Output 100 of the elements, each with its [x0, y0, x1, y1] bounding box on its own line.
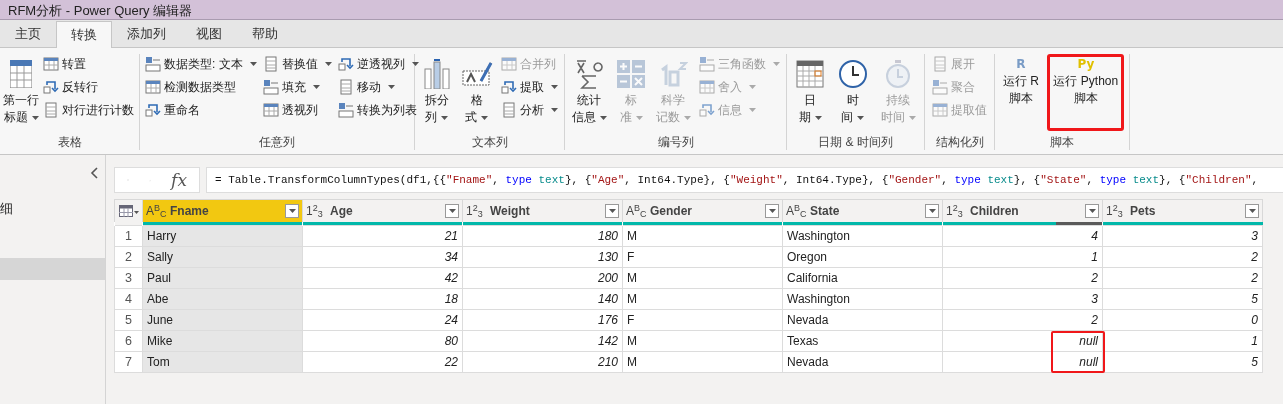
filter-button[interactable]	[605, 204, 619, 218]
ribbon-tab[interactable]: 视图	[181, 21, 237, 47]
filter-button[interactable]	[925, 204, 939, 218]
list-icon	[337, 102, 354, 118]
caret-icon	[448, 209, 456, 213]
table-cell: California	[782, 267, 943, 289]
collapse-icon[interactable]	[90, 167, 98, 179]
ribbon-button[interactable]: Py 运行 Python 脚本	[1047, 54, 1125, 131]
table-cell: 2	[942, 267, 1103, 289]
column-header[interactable]: 1$^{2}$$_{3}$ Age	[302, 199, 463, 222]
ribbon-button[interactable]: 日 期	[792, 54, 829, 128]
table-cell: 1	[942, 246, 1103, 268]
ribbon-button[interactable]: 重命名	[143, 100, 259, 120]
ribbon-button[interactable]: 转换为列表	[335, 100, 421, 120]
table-cell: M	[622, 351, 783, 373]
ribbon-button[interactable]: 移动	[335, 77, 421, 97]
column-icon	[43, 102, 59, 118]
table-cell: 5	[1102, 351, 1263, 373]
table-cell: 80	[302, 330, 463, 352]
column-header[interactable]: A$^{B}$$_{C}$ State	[782, 199, 943, 222]
caret-icon	[288, 209, 296, 213]
table-cell: 42	[302, 267, 463, 289]
ribbon-button[interactable]: 对行进行计数	[41, 100, 136, 120]
ribbon-button[interactable]: 统计 信息	[568, 54, 610, 128]
ribbon-button[interactable]: 填充	[260, 77, 334, 97]
column-header[interactable]: 1$^{2}$$_{3}$ Children	[942, 199, 1103, 222]
group-label: 任意列	[258, 134, 296, 150]
window-title: RFM分析 - Power Query 编辑器	[7, 2, 193, 20]
filter-button[interactable]	[445, 204, 459, 218]
table-menu-icon[interactable]	[119, 205, 139, 217]
group-label: 脚本	[1049, 134, 1075, 150]
ribbon-tab[interactable]: 转换	[56, 21, 112, 48]
table-cell: 18	[302, 288, 463, 310]
ribbon-button[interactable]: 时 间	[835, 54, 871, 128]
grid-icon	[262, 102, 279, 118]
row-number: 5	[114, 309, 143, 331]
ribbon-button[interactable]: 格 式	[458, 54, 496, 128]
ribbon-tab[interactable]: 帮助	[237, 21, 293, 47]
row-number: 2	[114, 246, 143, 268]
calculator-icon	[617, 60, 646, 88]
arrow-icon	[501, 79, 518, 95]
table-cell: 21	[302, 225, 463, 247]
column-header[interactable]: 1$^{2}$$_{3}$ Weight	[462, 199, 623, 222]
ribbon-button[interactable]: 透视列	[260, 100, 334, 120]
table-cell: Harry	[142, 225, 303, 247]
arrow-icon	[145, 102, 161, 118]
column-icon	[337, 79, 354, 95]
grid-icon	[501, 56, 518, 72]
filter-button[interactable]	[1245, 204, 1259, 218]
table-cell: Texas	[782, 330, 943, 352]
row-number: 4	[114, 288, 143, 310]
list-icon	[262, 79, 279, 95]
table-cell: 2	[1102, 267, 1263, 289]
column-icon	[262, 56, 279, 72]
filter-button[interactable]	[285, 204, 299, 218]
table-cell: 130	[462, 246, 623, 268]
table-cell: 210	[462, 351, 623, 373]
table-cell: 176	[462, 309, 623, 331]
table-cell: null	[942, 330, 1103, 352]
table-cell: 3	[1102, 225, 1263, 247]
arrow-icon	[337, 56, 354, 72]
ribbon-button[interactable]: 第一行 标题	[3, 54, 39, 128]
table-cell: null	[942, 351, 1103, 373]
column-header[interactable]: A$^{B}$$_{C}$ Gender	[622, 199, 783, 222]
filter-button[interactable]	[1085, 204, 1099, 218]
row-number: 1	[114, 225, 143, 247]
row-number: 7	[114, 351, 143, 373]
ribbon-button[interactable]: 提取	[499, 77, 561, 97]
table-cell: 22	[302, 351, 463, 373]
query-item[interactable]: 细	[0, 198, 105, 220]
group-label: 文本列	[470, 134, 509, 150]
ribbon-tab[interactable]: 主页	[0, 21, 56, 47]
table-cell: M	[622, 330, 783, 352]
caret-icon	[1248, 209, 1256, 213]
column-header[interactable]: 1$^{2}$$_{3}$ Pets	[1102, 199, 1263, 222]
column-header[interactable]: A$^{B}$$_{C}$ Fname	[142, 199, 303, 222]
ribbon-button[interactable]: 检测数据类型	[143, 77, 259, 97]
arrow-icon	[43, 79, 59, 95]
ribbon-button[interactable]: R 运行 R 脚本	[999, 54, 1042, 109]
group-label: 编号列	[656, 134, 695, 150]
list-icon	[699, 56, 716, 72]
ribbon-button[interactable]: 反转行	[41, 77, 136, 97]
ribbon-button[interactable]: 拆分 列	[418, 54, 455, 128]
caret-icon	[928, 209, 936, 213]
ribbon-button[interactable]: 逆透视列	[335, 54, 421, 74]
ribbon-button[interactable]: 数据类型: 文本	[143, 54, 259, 74]
table-cell: Nevada	[782, 309, 943, 331]
ribbon-button[interactable]: 分析	[499, 100, 561, 120]
ribbon-tab[interactable]: 添加列	[112, 21, 181, 47]
table-cell: M	[622, 225, 783, 247]
table-cell: 4	[942, 225, 1103, 247]
filter-button[interactable]	[765, 204, 779, 218]
ribbon-button[interactable]: 替换值	[260, 54, 334, 74]
statistics-icon	[574, 59, 605, 89]
column-icon	[932, 56, 948, 72]
function-icon[interactable]: fx	[171, 170, 187, 190]
ribbon-button[interactable]: 转置	[41, 54, 136, 74]
table-cell: M	[622, 288, 783, 310]
row-number: 3	[114, 267, 143, 289]
caret-icon	[768, 209, 776, 213]
